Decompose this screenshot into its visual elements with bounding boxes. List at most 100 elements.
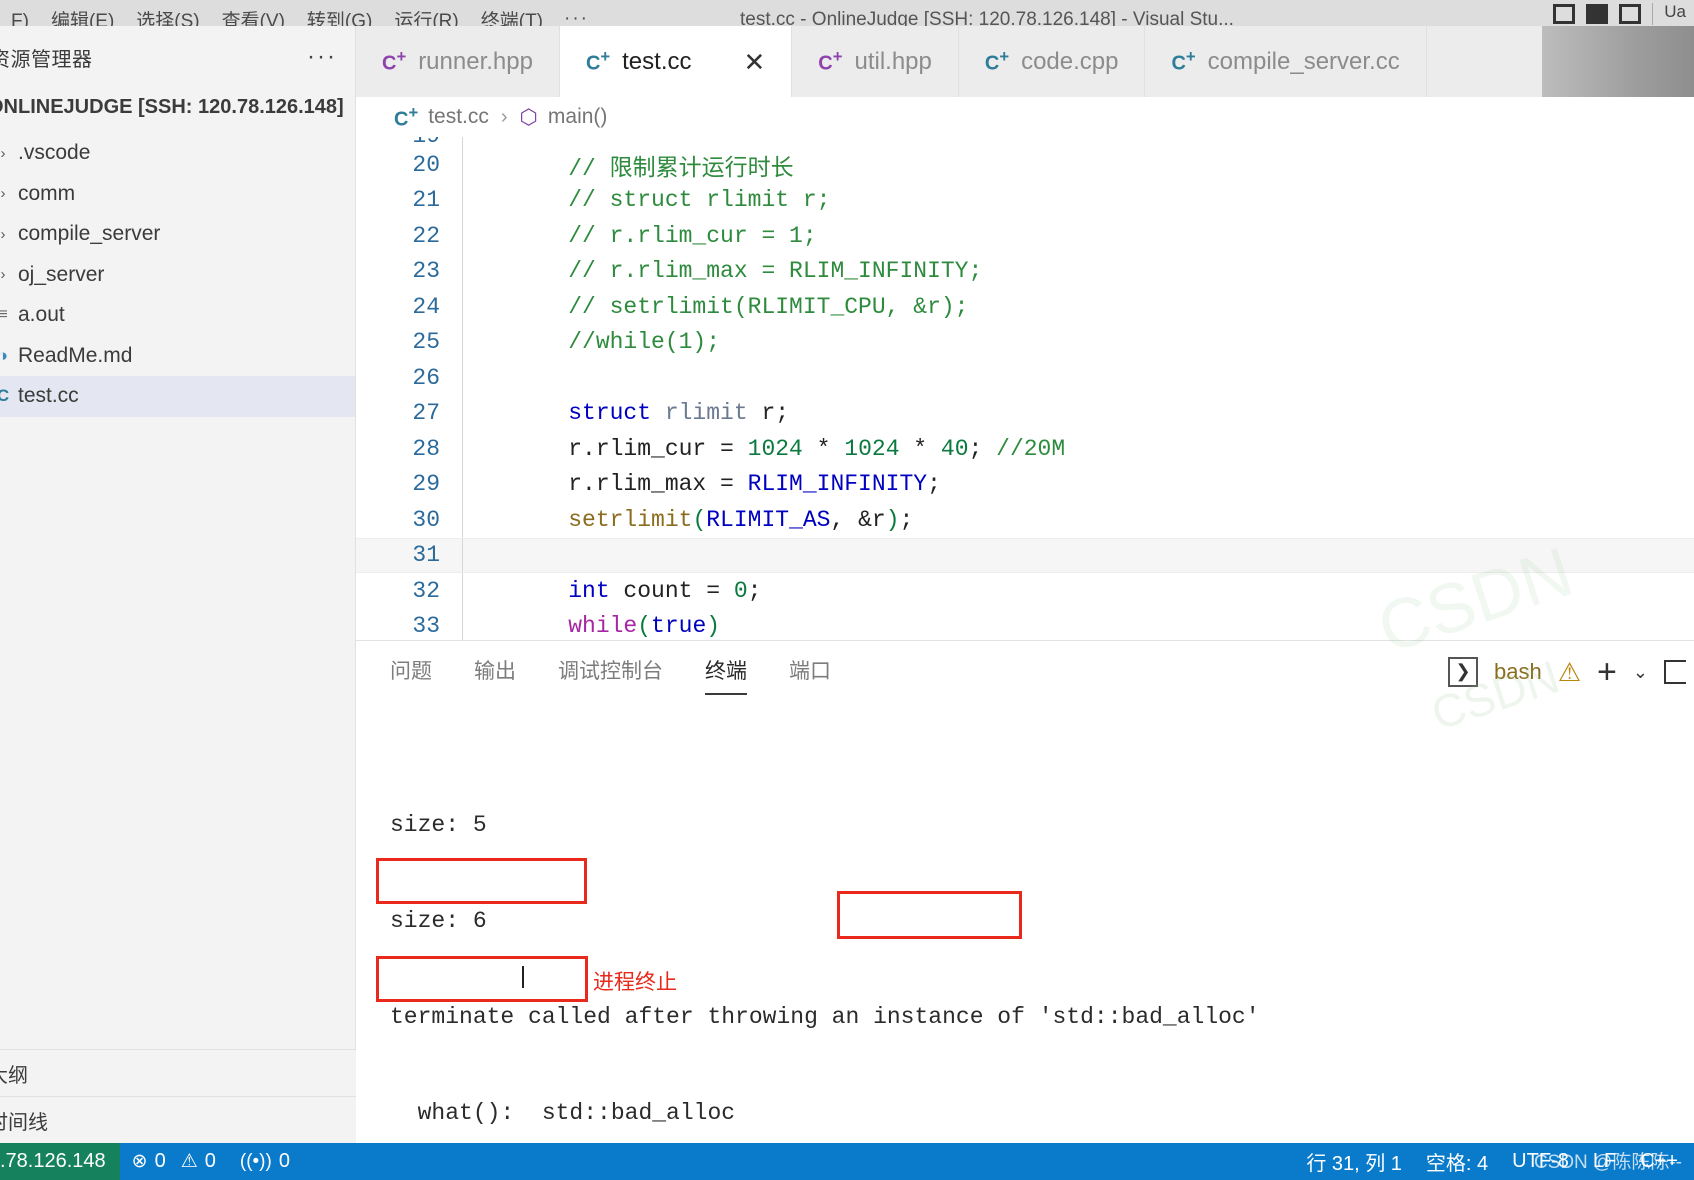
- terminal-line: terminate called after throwing an insta…: [390, 1004, 1260, 1030]
- explorer-more-icon[interactable]: ···: [307, 45, 337, 69]
- line-number: 28: [412, 435, 440, 462]
- panel-tab-ports[interactable]: 端口: [789, 655, 831, 689]
- line-number: 22: [412, 222, 440, 249]
- title-bar: F) 编辑(E) 选择(S) 查看(V) 转到(G) 运行(R) 终端(T) ·…: [0, 0, 1694, 26]
- tree-item-label: .vscode: [18, 141, 91, 165]
- panel-tab-debug-console[interactable]: 调试控制台: [558, 655, 663, 689]
- code-line[interactable]: 24 // setrlimit(RLIMIT_CPU, &r);: [356, 289, 1694, 325]
- tree-item-readme[interactable]: ◑ ReadMe.md: [0, 336, 355, 377]
- code-line[interactable]: 28 r.rlim_cur = 1024 * 1024 * 40; //20M: [356, 431, 1694, 467]
- terminal-line: what(): std::bad_alloc: [390, 1100, 736, 1126]
- tree-item-a-out[interactable]: ≡ a.out: [0, 295, 355, 336]
- code-line[interactable]: 31: [356, 537, 1694, 573]
- markdown-file-icon: ◑: [0, 345, 9, 365]
- code-line[interactable]: 22 // r.rlim_cur = 1;: [356, 218, 1694, 254]
- radio-tower-icon: ((•)): [239, 1150, 272, 1172]
- line-number: 25: [412, 329, 440, 356]
- code-line[interactable]: 29 r.rlim_max = RLIM_INFINITY;: [356, 466, 1694, 502]
- breadcrumb-symbol[interactable]: main(): [548, 105, 608, 129]
- warning-triangle-icon[interactable]: ⚠: [1558, 659, 1581, 685]
- terminal-line: size: 6: [390, 908, 487, 934]
- tab-runner-hpp[interactable]: C+ runner.hpp: [356, 26, 560, 97]
- new-terminal-icon[interactable]: +: [1597, 655, 1617, 689]
- layout-grid-icon[interactable]: [1619, 4, 1642, 24]
- status-error-count: 0: [154, 1150, 166, 1172]
- terminal-name-label[interactable]: bash: [1494, 659, 1542, 685]
- sidebar-section-outline[interactable]: 大纲: [0, 1049, 356, 1096]
- menu-item-selection[interactable]: 选择(S): [125, 9, 210, 26]
- tab-label: compile_server.cc: [1207, 47, 1400, 75]
- code-text: r.rlim_max = RLIM_INFINITY;: [513, 471, 941, 498]
- breadcrumb-file[interactable]: test.cc: [428, 105, 489, 129]
- status-indentation[interactable]: 空格: 4: [1414, 1147, 1500, 1176]
- line-number: 32: [412, 577, 440, 604]
- window-edge-shadow: [1542, 26, 1694, 97]
- terminal-output[interactable]: size: 5 size: 6 terminate called after t…: [356, 703, 1694, 1144]
- line-number: 26: [412, 364, 440, 391]
- line-number: 19: [356, 137, 462, 149]
- status-problems[interactable]: ⊗ 0 ⚠ 0: [120, 1150, 228, 1173]
- code-line[interactable]: 25 //while(1);: [356, 324, 1694, 360]
- split-terminal-icon[interactable]: [1664, 660, 1686, 684]
- sidebar-section-label: 时间线: [0, 1111, 48, 1134]
- vscode-window: F) 编辑(E) 选择(S) 查看(V) 转到(G) 运行(R) 终端(T) ·…: [0, 0, 1694, 1180]
- menu-item-file[interactable]: F): [0, 9, 40, 26]
- tab-test-cc[interactable]: C+ test.cc ✕: [559, 26, 793, 97]
- toolbar-divider: [1652, 3, 1654, 25]
- tree-item-label: comm: [18, 181, 76, 205]
- panel-tab-problems[interactable]: 问题: [390, 655, 432, 689]
- symbol-cube-icon: ⬡: [519, 105, 538, 129]
- tab-label: test.cc: [622, 47, 692, 75]
- status-remote-host[interactable]: .78.126.148: [0, 1143, 120, 1180]
- code-line[interactable]: 20 // 限制累计运行时长: [356, 147, 1694, 183]
- window-controls: Ua: [1553, 2, 1686, 25]
- menu-item-goto[interactable]: 转到(G): [296, 9, 383, 26]
- tree-item-oj-server[interactable]: › oj_server: [0, 255, 355, 296]
- tab-code-cpp[interactable]: C+ code.cpp: [958, 26, 1146, 97]
- bottom-panel: 问题 输出 调试控制台 终端 端口 ❯ bash ⚠ + ⌄ size: 5 s…: [356, 640, 1694, 1143]
- tree-item-compile-server[interactable]: › compile_server: [0, 214, 355, 255]
- code-text: while(true): [513, 613, 721, 640]
- tree-item-vscode[interactable]: › .vscode: [0, 133, 355, 174]
- code-text: struct rlimit r;: [513, 400, 790, 427]
- line-number: 20: [412, 151, 440, 178]
- tree-item-test-cc[interactable]: C test.cc: [0, 376, 355, 417]
- menu-item-terminal[interactable]: 终端(T): [470, 9, 554, 26]
- tab-compile-server-cc[interactable]: C+ compile_server.cc: [1145, 26, 1427, 97]
- status-warning-count: 0: [204, 1150, 216, 1172]
- tab-label: code.cpp: [1021, 47, 1119, 75]
- status-cursor-position[interactable]: 行 31, 列 1: [1294, 1147, 1414, 1176]
- menu-item-run[interactable]: 运行(R): [383, 9, 469, 26]
- panel-tab-terminal[interactable]: 终端: [705, 655, 747, 695]
- code-line[interactable]: 23 // r.rlim_max = RLIM_INFINITY;: [356, 253, 1694, 289]
- status-radio-count: 0: [278, 1150, 290, 1172]
- code-line[interactable]: 21 // struct rlimit r;: [356, 182, 1694, 218]
- status-bar: .78.126.148 ⊗ 0 ⚠ 0 ((•)) 0 行 31, 列 1 空格…: [0, 1143, 1694, 1180]
- panel-tab-output[interactable]: 输出: [474, 655, 516, 689]
- sidebar-section-timeline[interactable]: 时间线: [0, 1096, 356, 1143]
- tree-item-label: compile_server: [18, 222, 161, 246]
- status-radio[interactable]: ((•)) 0: [228, 1150, 302, 1173]
- gutter-divider: [462, 360, 463, 396]
- code-line[interactable]: 26: [356, 360, 1694, 396]
- layout-panel-icon[interactable]: [1553, 4, 1576, 24]
- menu-item-view[interactable]: 查看(V): [211, 9, 296, 26]
- code-line[interactable]: 27 struct rlimit r;: [356, 395, 1694, 431]
- menu-overflow-icon[interactable]: ···: [554, 8, 599, 26]
- explorer-title: 资源管理器: [0, 48, 93, 71]
- close-icon[interactable]: ✕: [744, 49, 766, 75]
- line-number: 27: [412, 400, 440, 427]
- code-line[interactable]: 30 setrlimit(RLIMIT_AS, &r);: [356, 502, 1694, 538]
- code-line[interactable]: 33 while(true): [356, 608, 1694, 640]
- tree-item-comm[interactable]: › comm: [0, 174, 355, 215]
- sidebar-section-label: 大纲: [0, 1064, 28, 1087]
- terminal-shell-icon[interactable]: ❯: [1448, 657, 1479, 687]
- window-controls-label: Ua: [1664, 2, 1686, 21]
- chevron-down-icon[interactable]: ⌄: [1633, 662, 1648, 683]
- tab-util-hpp[interactable]: C+ util.hpp: [792, 26, 959, 97]
- code-editor[interactable]: 1920 // 限制累计运行时长21 // struct rlimit r;22…: [356, 137, 1694, 640]
- layout-sidebar-icon[interactable]: [1586, 4, 1609, 24]
- workspace-root-label[interactable]: ONLINEJUDGE [SSH: 120.78.126.148]: [0, 88, 355, 133]
- code-line[interactable]: 32 int count = 0;: [356, 573, 1694, 609]
- menu-item-edit[interactable]: 编辑(E): [40, 9, 125, 26]
